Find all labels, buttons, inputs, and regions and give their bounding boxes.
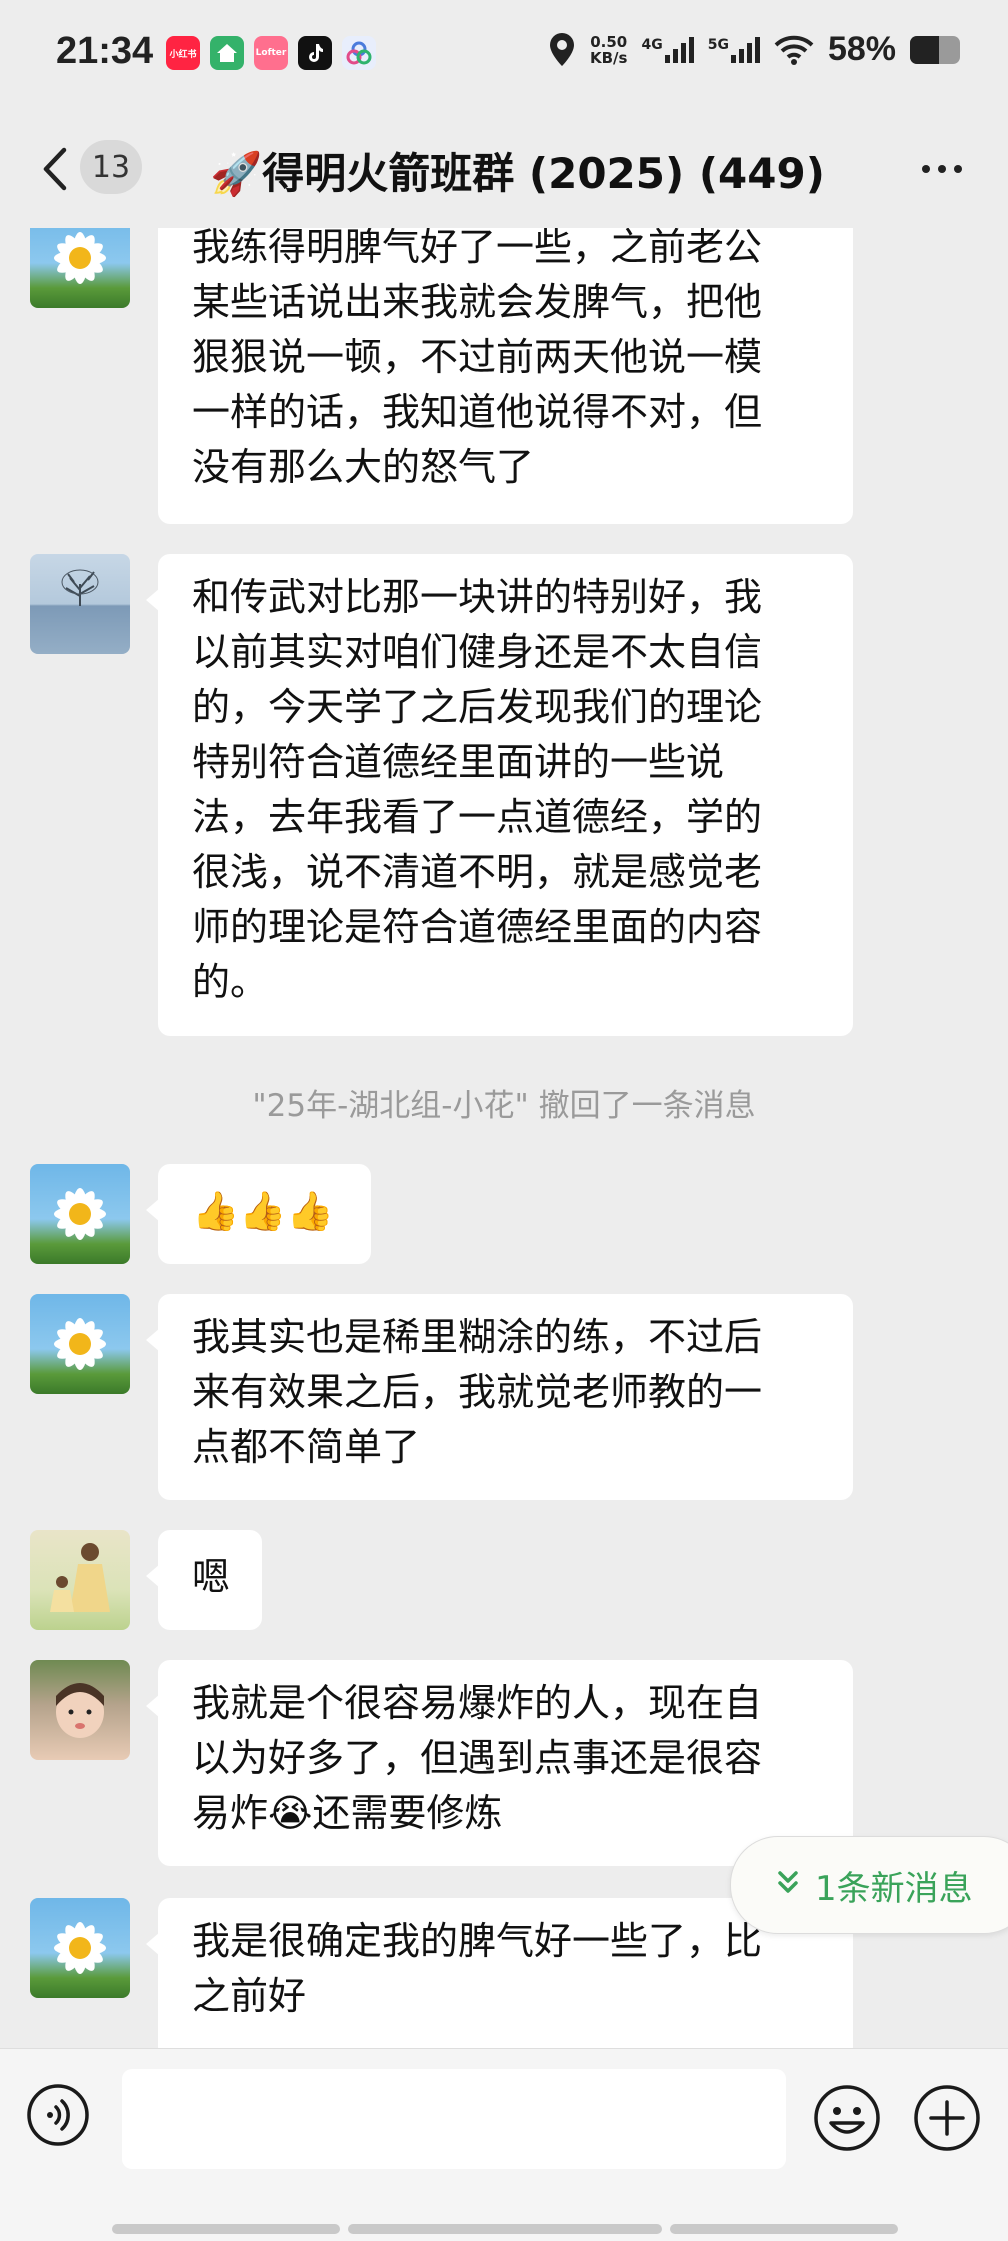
- lofter-app-icon: Lofter: [254, 36, 288, 70]
- more-options-icon[interactable]: [922, 165, 962, 173]
- avatar-kid[interactable]: [30, 1660, 130, 1760]
- new-messages-button[interactable]: 1条新消息: [730, 1836, 1008, 1934]
- gesture-bar-right: [670, 2224, 898, 2234]
- cellular-signal-4g-icon: 4G: [641, 36, 694, 63]
- avatar-daisy[interactable]: [30, 1164, 130, 1264]
- gesture-bar-left: [112, 2224, 340, 2234]
- cellular-signal-5g-icon: 5G: [708, 36, 760, 63]
- double-chevron-down-icon: [778, 1871, 798, 1893]
- battery-icon: [910, 35, 960, 64]
- message-text-input[interactable]: [122, 2069, 786, 2169]
- avatar-daisy[interactable]: [30, 1294, 130, 1394]
- message-bubble[interactable]: 嗯: [146, 1530, 262, 1630]
- battery-percent: 58%: [827, 30, 896, 68]
- chat-header: 13 🚀得明火箭班群 (2025) (449): [0, 110, 1008, 228]
- chat-title: 🚀得明火箭班群 (2025) (449): [210, 149, 825, 198]
- avatar-tree[interactable]: [30, 554, 130, 654]
- unread-count-badge[interactable]: 13: [80, 140, 142, 194]
- message-input-bar: [0, 2048, 1008, 2241]
- game-center-app-icon: [342, 36, 376, 70]
- home-app-icon: [210, 36, 244, 70]
- location-icon: [550, 32, 574, 66]
- network-speed: 0.50 KB/s: [590, 32, 628, 67]
- xiaohongshu-app-icon: 小红书: [166, 36, 200, 70]
- wifi-icon: [774, 35, 814, 65]
- avatar-daisy[interactable]: [30, 1898, 130, 1998]
- message-bubble[interactable]: 我练得明脾气好了一些，之前老公 某些话说出来我就会发脾气，把他 狠狠说一顿，不过…: [158, 228, 853, 524]
- notification-app-icons: 小红书 Lofter: [166, 36, 376, 70]
- add-attachment-icon[interactable]: [912, 2083, 982, 2153]
- recalled-message-notice: "25年-湖北组-小花" 撤回了一条消息: [252, 1088, 756, 1124]
- status-bar: 21:34 小红书 Lofter 0.50 KB/s 4G 5G 58%: [0, 0, 1008, 110]
- message-bubble[interactable]: 我就是个很容易爆炸的人，现在自 以为好多了，但遇到点事还是很容 易炸😭还需要修炼: [146, 1660, 853, 1866]
- message-bubble[interactable]: 👍👍👍: [146, 1164, 371, 1264]
- avatar-daisy[interactable]: [30, 228, 130, 308]
- gesture-bar-center: [348, 2224, 662, 2234]
- status-time: 21:34: [56, 30, 154, 72]
- message-bubble[interactable]: 和传武对比那一块讲的特别好，我 以前其实对咱们健身还是不太自信 的，今天学了之后…: [146, 554, 853, 1036]
- back-arrow-icon[interactable]: [36, 144, 76, 194]
- emoji-icon[interactable]: [812, 2083, 882, 2153]
- tiktok-app-icon: [298, 36, 332, 70]
- message-bubble[interactable]: 我其实也是稀里糊涂的练，不过后 来有效果之后，我就觉老师教的一 点都不简单了: [146, 1294, 853, 1500]
- message-list[interactable]: 我练得明脾气好了一些，之前老公 某些话说出来我就会发脾气，把他 狠狠说一顿，不过…: [0, 228, 1008, 2048]
- avatar-girls[interactable]: [30, 1530, 130, 1630]
- voice-input-icon[interactable]: [26, 2083, 90, 2147]
- status-indicators: 0.50 KB/s 4G 5G 58%: [548, 30, 960, 69]
- new-messages-label: 1条新消息: [815, 1869, 973, 1909]
